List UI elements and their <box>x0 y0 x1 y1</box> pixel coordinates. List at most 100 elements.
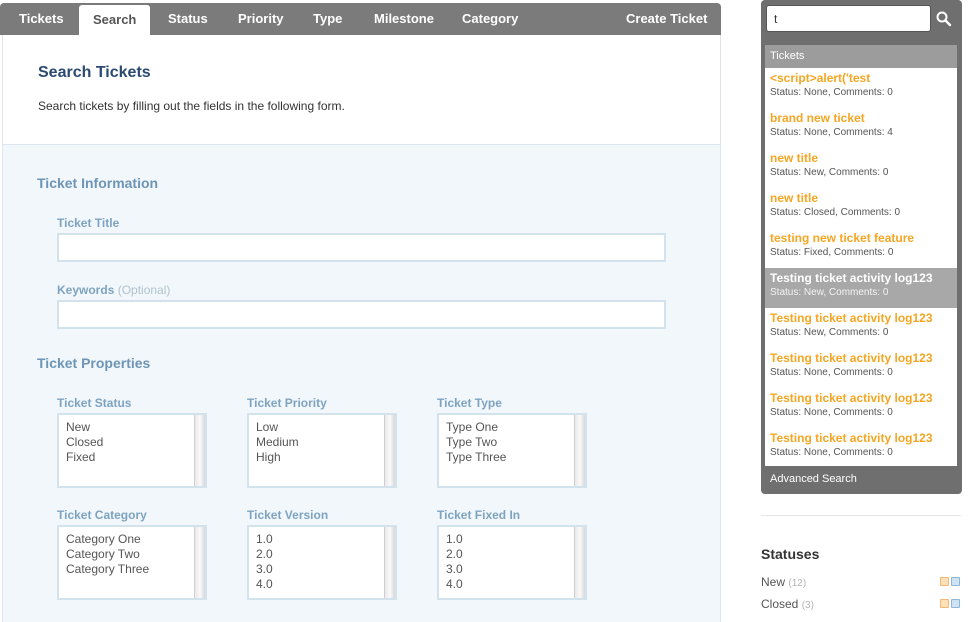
search-intro: Search Tickets Search tickets by filling… <box>2 35 721 145</box>
nav-tab-search[interactable]: Search <box>79 5 151 35</box>
ticket-title-input[interactable] <box>57 233 666 262</box>
result-meta: Status: None, Comments: 0 <box>770 367 893 378</box>
list-option[interactable]: Category Three <box>66 562 149 577</box>
create-ticket-link[interactable]: Create Ticket <box>626 3 707 35</box>
atom-feed-icon[interactable] <box>951 599 960 608</box>
status-link[interactable]: Closed <box>761 597 798 611</box>
status-row-new: New (12) <box>761 575 961 591</box>
atom-feed-icon[interactable] <box>951 577 960 586</box>
list-option[interactable]: 1.0 <box>446 532 463 547</box>
result-title: new title <box>770 191 819 205</box>
search-result-item[interactable]: new title Status: New, Comments: 0 <box>765 148 957 188</box>
keywords-label-text: Keywords <box>57 283 115 297</box>
results-section-header: Tickets <box>765 45 957 68</box>
keywords-label: Keywords (Optional) <box>57 283 170 297</box>
result-meta: Status: None, Comments: 0 <box>770 407 893 418</box>
list-option[interactable]: 3.0 <box>446 562 463 577</box>
list-option[interactable]: Closed <box>66 435 103 450</box>
result-meta: Status: New, Comments: 0 <box>770 287 889 298</box>
keywords-optional-note: (Optional) <box>117 283 171 297</box>
search-result-item[interactable]: Testing ticket activity log123 Status: N… <box>765 348 957 388</box>
result-meta: Status: None, Comments: 0 <box>770 87 893 98</box>
status-count: (12) <box>788 578 807 589</box>
list-option[interactable]: Low <box>256 420 299 435</box>
advanced-search-link[interactable]: Advanced Search <box>770 473 857 485</box>
rss-icon[interactable] <box>940 577 949 586</box>
list-option[interactable]: Category Two <box>66 547 149 562</box>
keywords-input[interactable] <box>57 300 666 329</box>
list-option[interactable]: Medium <box>256 435 299 450</box>
list-scrollbar[interactable] <box>194 527 205 598</box>
result-meta: Status: Fixed, Comments: 0 <box>770 247 894 258</box>
list-option[interactable]: Type One <box>446 420 506 435</box>
ticket-properties-heading: Ticket Properties <box>37 355 151 371</box>
result-title: testing new ticket feature <box>770 231 915 245</box>
ticket-priority-label: Ticket Priority <box>247 396 327 410</box>
search-result-item-highlighted[interactable]: Testing ticket activity log123 Status: N… <box>765 268 957 308</box>
nav-tab-tickets[interactable]: Tickets <box>19 3 64 35</box>
rss-icon[interactable] <box>940 599 949 608</box>
sidebar-divider <box>761 515 961 516</box>
list-scrollbar[interactable] <box>574 415 585 486</box>
list-option[interactable]: 4.0 <box>256 577 273 592</box>
ticket-status-label: Ticket Status <box>57 396 132 410</box>
ticket-status-list[interactable]: New Closed Fixed <box>57 413 207 488</box>
nav-tab-status[interactable]: Status <box>168 3 208 35</box>
search-result-item[interactable]: <script>alert('test Status: None, Commen… <box>765 68 957 108</box>
list-option[interactable]: High <box>256 450 299 465</box>
search-results-list: <script>alert('test Status: None, Commen… <box>765 68 957 466</box>
nav-tab-type[interactable]: Type <box>313 3 342 35</box>
search-result-item[interactable]: Testing ticket activity log123 Status: N… <box>765 388 957 428</box>
list-option[interactable]: 3.0 <box>256 562 273 577</box>
ticket-category-list[interactable]: Category One Category Two Category Three <box>57 525 207 600</box>
ticket-navbar: Tickets Search Status Priority Type Mile… <box>0 3 721 35</box>
ticket-version-list[interactable]: 1.0 2.0 3.0 4.0 <box>247 525 397 600</box>
list-option[interactable]: Type Two <box>446 435 506 450</box>
search-result-item[interactable]: Testing ticket activity log123 Status: N… <box>765 428 957 468</box>
ticket-fixed-in-label: Ticket Fixed In <box>437 508 521 522</box>
nav-tab-priority[interactable]: Priority <box>238 3 284 35</box>
nav-tab-milestone[interactable]: Milestone <box>374 3 434 35</box>
search-result-item[interactable]: testing new ticket feature Status: Fixed… <box>765 228 957 268</box>
ticket-fixed-in-list[interactable]: 1.0 2.0 3.0 4.0 <box>437 525 587 600</box>
quick-search-input[interactable] <box>766 5 931 32</box>
main-content: Tickets Search Status Priority Type Mile… <box>0 0 721 622</box>
list-option[interactable]: 1.0 <box>256 532 273 547</box>
ticket-title-label: Ticket Title <box>57 216 120 230</box>
list-option[interactable]: New <box>66 420 103 435</box>
status-link[interactable]: New <box>761 575 785 589</box>
search-result-item[interactable]: brand new ticket Status: None, Comments:… <box>765 108 957 148</box>
page-description: Search tickets by filling out the fields… <box>38 99 345 113</box>
statuses-heading: Statuses <box>761 546 820 562</box>
result-title: Testing ticket activity log123 <box>770 271 933 285</box>
list-option[interactable]: Category One <box>66 532 149 547</box>
result-meta: Status: New, Comments: 0 <box>770 167 889 178</box>
magnifier-icon[interactable] <box>934 9 954 29</box>
result-meta: Status: None, Comments: 0 <box>770 447 893 458</box>
quick-search-panel: Tickets <script>alert('test Status: None… <box>761 0 962 494</box>
ticket-type-label: Ticket Type <box>437 396 502 410</box>
ticket-type-list[interactable]: Type One Type Two Type Three <box>437 413 587 488</box>
list-scrollbar[interactable] <box>384 527 395 598</box>
list-scrollbar[interactable] <box>384 415 395 486</box>
list-scrollbar[interactable] <box>574 527 585 598</box>
result-title: new title <box>770 151 819 165</box>
list-option[interactable]: 2.0 <box>256 547 273 562</box>
list-option[interactable]: Type Three <box>446 450 506 465</box>
list-option[interactable]: 2.0 <box>446 547 463 562</box>
search-result-item[interactable]: new title Status: Closed, Comments: 0 <box>765 188 957 228</box>
status-count: (3) <box>801 600 814 611</box>
list-scrollbar[interactable] <box>194 415 205 486</box>
list-option[interactable]: Fixed <box>66 450 103 465</box>
ticket-version-label: Ticket Version <box>247 508 329 522</box>
nav-tab-category[interactable]: Category <box>462 3 518 35</box>
search-result-item[interactable]: Testing ticket activity log123 Status: N… <box>765 308 957 348</box>
page-title: Search Tickets <box>38 64 151 81</box>
ticket-priority-list[interactable]: Low Medium High <box>247 413 397 488</box>
list-option[interactable]: 4.0 <box>446 577 463 592</box>
ticket-category-label: Ticket Category <box>57 508 147 522</box>
result-title: Testing ticket activity log123 <box>770 391 933 405</box>
ticket-information-heading: Ticket Information <box>37 175 159 191</box>
status-row-closed: Closed (3) <box>761 597 961 613</box>
result-title: Testing ticket activity log123 <box>770 431 933 445</box>
